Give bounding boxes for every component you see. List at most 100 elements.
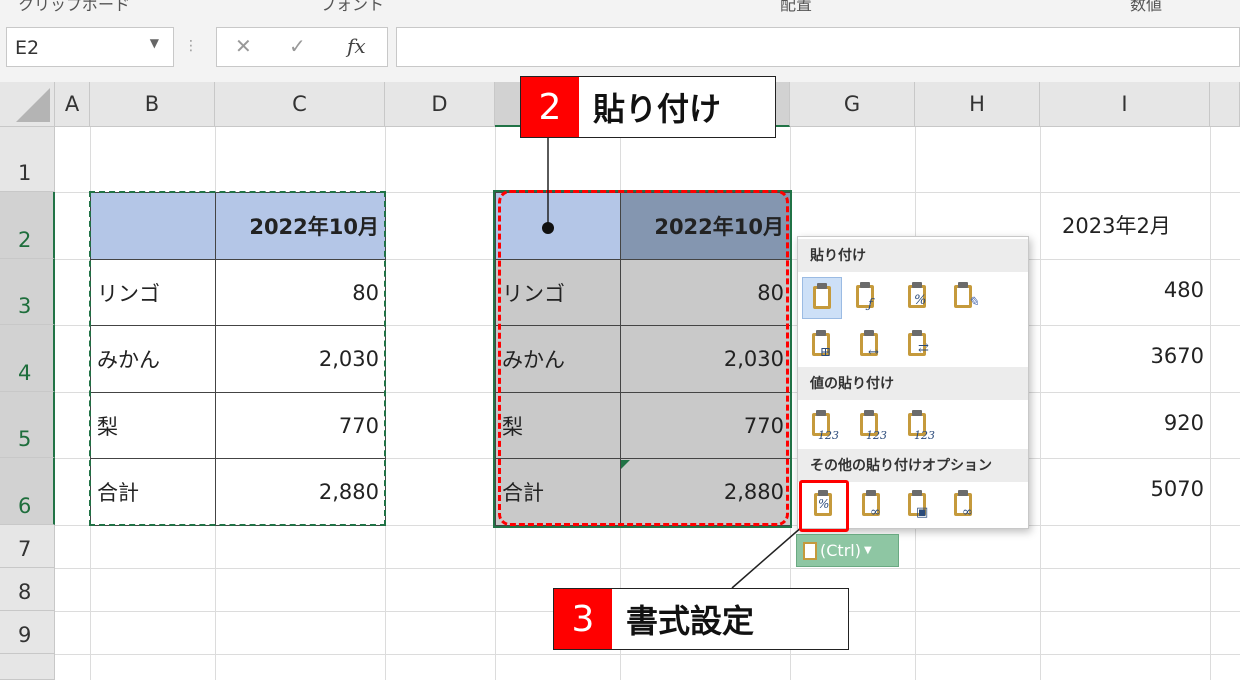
column-header-h[interactable]: H — [915, 82, 1040, 127]
cell-c5[interactable]: 770 — [215, 392, 386, 459]
width-arrows-glyph-icon: ↔ — [868, 345, 879, 360]
paste-linked-picture-icon[interactable]: ∞ — [944, 485, 984, 527]
callout-text: 貼り付け — [593, 90, 722, 128]
dropdown-arrow-icon: ▼ — [863, 545, 872, 556]
clipboard-icon — [813, 286, 831, 309]
cell-c4[interactable]: 2,030 — [215, 325, 386, 393]
clipboard-clip-icon — [912, 330, 922, 336]
ribbon-group-label-number: 数値 — [1130, 0, 1163, 12]
grid-glyph-icon: ⊞ — [820, 345, 831, 360]
cell-i4[interactable]: 3670 — [1040, 344, 1204, 368]
row-header-9[interactable]: 9 — [0, 611, 55, 654]
cell-i6[interactable]: 5070 — [1040, 477, 1204, 501]
digits-glyph-icon: 123 — [818, 429, 839, 442]
clipboard-clip-icon — [816, 410, 826, 416]
splitter-dots-icon[interactable]: ⋮ — [184, 38, 198, 54]
menu-section-paste-values: 値の貼り付け — [798, 367, 1028, 400]
ribbon-strip: クリップボード フォント 配置 数値 — [0, 0, 1240, 12]
brush-glyph-icon: ✎ — [968, 295, 979, 310]
cell-b4[interactable]: みかん — [90, 325, 216, 393]
cell-b3[interactable]: リンゴ — [90, 259, 216, 326]
cell-i5[interactable]: 920 — [1040, 411, 1204, 435]
enter-check-icon[interactable]: ✓ — [289, 34, 306, 58]
callout-number: 2 — [521, 77, 579, 137]
clipboard-clip-icon — [912, 282, 922, 288]
select-all-triangle-icon — [16, 88, 50, 122]
row-header-4[interactable]: 4 — [0, 325, 55, 392]
clipboard-clip-icon — [912, 410, 922, 416]
column-header-j[interactable] — [1210, 82, 1240, 127]
select-all-button[interactable] — [0, 82, 55, 127]
clipboard-icon — [803, 541, 817, 560]
linked-picture-glyph-icon: ∞ — [962, 505, 973, 520]
paste-formulas-icon[interactable]: ƒ — [846, 277, 886, 319]
paste-values-source-format-icon[interactable]: 123 — [898, 405, 938, 447]
row-header-5[interactable]: 5 — [0, 392, 55, 458]
name-box[interactable]: E2 ▼ — [6, 27, 174, 67]
insert-function-icon[interactable]: fx — [347, 34, 366, 58]
menu-section-other-paste-options: その他の貼り付けオプション — [798, 449, 1028, 482]
picture-glyph-icon: ▣ — [916, 505, 929, 520]
formula-input[interactable] — [396, 27, 1240, 67]
ribbon-group-label-clipboard: クリップボード — [18, 0, 131, 12]
paste-formulas-number-format-icon[interactable]: % — [898, 277, 938, 319]
clipboard-clip-icon — [912, 490, 922, 496]
ctrl-label: (Ctrl) — [820, 541, 861, 560]
chevron-down-icon[interactable]: ▼ — [150, 36, 159, 50]
paste-picture-icon[interactable]: ▣ — [898, 485, 938, 527]
selection-border — [493, 190, 792, 528]
column-header-i[interactable]: I — [1040, 82, 1210, 127]
cell-b5[interactable]: 梨 — [90, 392, 216, 459]
clipboard-clip-icon — [816, 330, 826, 336]
paste-values-number-format-icon[interactable]: 123 — [850, 405, 890, 447]
paste-options-ctrl-button[interactable]: (Ctrl) ▼ — [796, 534, 899, 567]
percent-glyph-icon: % — [914, 293, 927, 308]
paste-icon[interactable] — [802, 277, 842, 319]
digits-glyph-icon: 123 — [866, 429, 887, 442]
cell-i2[interactable]: 2023年2月 — [1040, 210, 1200, 240]
ribbon-group-label-alignment: 配置 — [780, 0, 813, 12]
keep-column-widths-icon[interactable]: ↔ — [850, 325, 890, 367]
row-header-10[interactable] — [0, 654, 55, 680]
gridline — [1210, 127, 1211, 680]
no-borders-icon[interactable]: ⊞ — [802, 325, 842, 367]
callout-number: 3 — [554, 589, 612, 649]
cell-i3[interactable]: 480 — [1040, 278, 1204, 302]
column-header-a[interactable]: A — [55, 82, 90, 127]
keep-source-formatting-icon[interactable]: ✎ — [944, 277, 984, 319]
clipboard-clip-icon — [958, 490, 968, 496]
row-header-1[interactable]: 1 — [0, 127, 55, 192]
clipboard-clip-icon — [817, 283, 827, 289]
formula-bar: E2 ▼ ⋮ ✕ ✓ fx — [0, 12, 1240, 82]
menu-section-paste: 貼り付け — [798, 239, 1028, 272]
cell-c3[interactable]: 80 — [215, 259, 386, 326]
cell-b6[interactable]: 合計 — [90, 458, 216, 526]
cell-c2[interactable]: 2022年10月 — [215, 192, 386, 260]
gridline — [55, 654, 1240, 655]
fx-glyph-icon: ƒ — [868, 297, 873, 312]
cell-b2[interactable] — [90, 192, 216, 260]
link-glyph-icon: ∞ — [870, 505, 881, 520]
digits-glyph-icon: 123 — [914, 429, 935, 442]
row-header-7[interactable]: 7 — [0, 525, 55, 568]
cancel-icon[interactable]: ✕ — [235, 34, 252, 58]
name-box-value: E2 — [15, 37, 40, 59]
clipboard-clip-icon — [860, 282, 870, 288]
column-header-b[interactable]: B — [90, 82, 215, 127]
transpose-icon[interactable]: ⇄ — [898, 325, 938, 367]
callout-paste: 2 貼り付け — [520, 76, 776, 138]
row-header-8[interactable]: 8 — [0, 568, 55, 611]
callout-text: 書式設定 — [626, 602, 755, 640]
clipboard-clip-icon — [866, 490, 876, 496]
column-header-c[interactable]: C — [215, 82, 385, 127]
paste-link-icon[interactable]: ∞ — [852, 485, 892, 527]
row-header-3[interactable]: 3 — [0, 259, 55, 325]
row-header-2[interactable]: 2 — [0, 192, 55, 259]
gridline — [55, 568, 1240, 569]
formatting-option-highlight — [799, 480, 849, 532]
paste-values-icon[interactable]: 123 — [802, 405, 842, 447]
column-header-g[interactable]: G — [790, 82, 915, 127]
row-header-6[interactable]: 6 — [0, 458, 55, 525]
column-header-d[interactable]: D — [385, 82, 495, 127]
cell-c6[interactable]: 2,880 — [215, 458, 386, 526]
